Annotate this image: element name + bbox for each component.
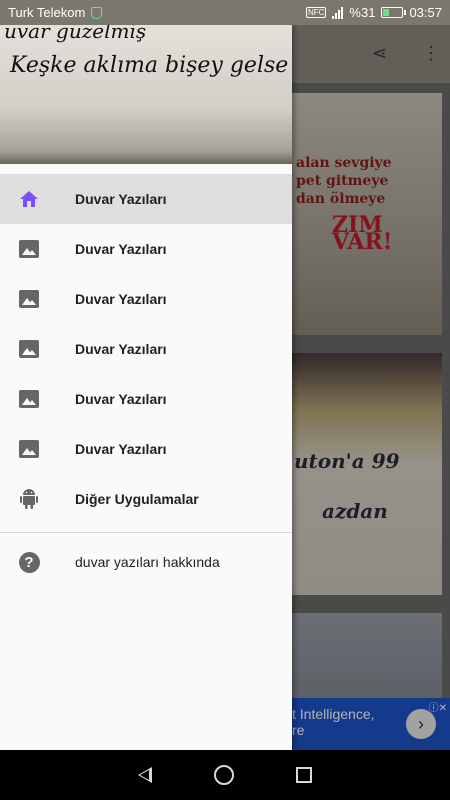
home-button-icon[interactable] bbox=[214, 765, 234, 785]
navigation-drawer: uvar güzelmiş Keşke aklıma bişey gelse D… bbox=[0, 25, 292, 750]
drawer-item-other-apps[interactable]: Diğer Uygulamalar bbox=[0, 474, 292, 524]
image-icon bbox=[18, 388, 40, 410]
drawer-item-category[interactable]: Duvar Yazıları bbox=[0, 224, 292, 274]
system-nav-bar bbox=[0, 750, 450, 800]
drawer-menu: Duvar Yazıları Duvar Yazıları Duvar Yazı… bbox=[0, 174, 292, 587]
drawer-item-home[interactable]: Duvar Yazıları bbox=[0, 174, 292, 224]
drawer-item-label: duvar yazıları hakkında bbox=[75, 554, 220, 570]
header-handwriting: Keşke aklıma bişey gelse bbox=[10, 53, 289, 78]
help-icon: ? bbox=[18, 551, 40, 573]
drawer-item-about[interactable]: ? duvar yazıları hakkında bbox=[0, 537, 292, 587]
image-icon bbox=[18, 438, 40, 460]
signal-icon bbox=[332, 6, 344, 19]
drawer-header-image: uvar güzelmiş Keşke aklıma bişey gelse bbox=[0, 25, 292, 164]
image-icon bbox=[18, 338, 40, 360]
drawer-item-label: Duvar Yazıları bbox=[75, 391, 167, 407]
drawer-item-label: Duvar Yazıları bbox=[75, 291, 167, 307]
drawer-item-category[interactable]: Duvar Yazıları bbox=[0, 374, 292, 424]
home-icon bbox=[18, 188, 40, 210]
drawer-item-category[interactable]: Duvar Yazıları bbox=[0, 274, 292, 324]
shield-icon bbox=[91, 6, 103, 19]
drawer-item-label: Diğer Uygulamalar bbox=[75, 491, 199, 507]
battery-percent: %31 bbox=[349, 5, 376, 20]
image-icon bbox=[18, 288, 40, 310]
carrier-name: Turk Telekom bbox=[8, 5, 86, 20]
nfc-icon: NFC bbox=[305, 7, 327, 18]
drawer-item-category[interactable]: Duvar Yazıları bbox=[0, 324, 292, 374]
drawer-item-label: Duvar Yazıları bbox=[75, 191, 167, 207]
header-handwriting: uvar güzelmiş bbox=[4, 25, 147, 43]
clock: 03:57 bbox=[409, 5, 442, 20]
recent-apps-icon[interactable] bbox=[296, 767, 312, 783]
drawer-item-category[interactable]: Duvar Yazıları bbox=[0, 424, 292, 474]
status-bar: Turk Telekom NFC %31 03:57 bbox=[0, 0, 450, 25]
android-icon bbox=[18, 488, 40, 510]
battery-icon bbox=[381, 7, 407, 18]
drawer-item-label: Duvar Yazıları bbox=[75, 241, 167, 257]
drawer-item-label: Duvar Yazıları bbox=[75, 441, 167, 457]
drawer-divider bbox=[0, 532, 292, 533]
image-icon bbox=[18, 238, 40, 260]
back-icon[interactable] bbox=[138, 767, 152, 783]
drawer-item-label: Duvar Yazıları bbox=[75, 341, 167, 357]
